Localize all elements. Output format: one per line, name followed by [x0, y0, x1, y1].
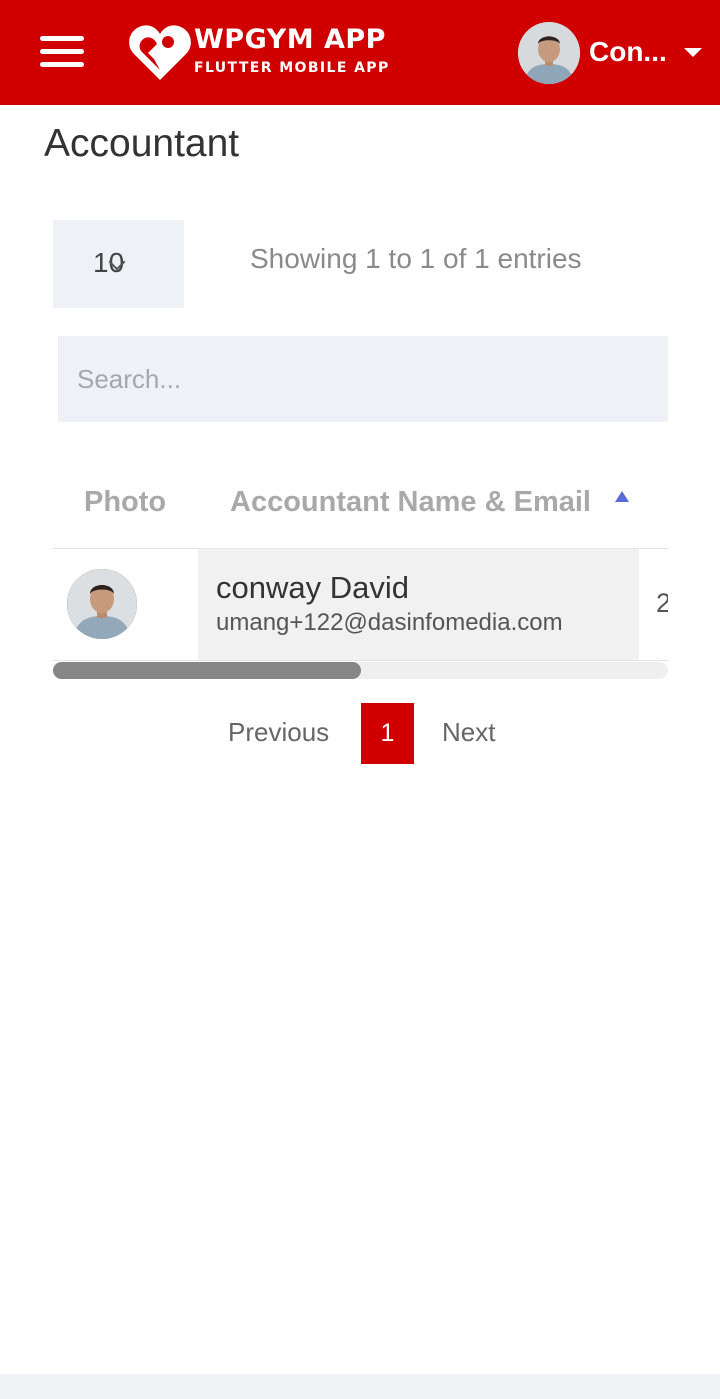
user-name-dropdown[interactable]: Con...	[589, 36, 667, 68]
table-info: Showing 1 to 1 of 1 entries	[250, 243, 582, 274]
column-header-photo[interactable]: Photo	[84, 486, 166, 519]
sort-ascending-icon[interactable]	[615, 491, 629, 502]
menu-icon[interactable]	[40, 36, 84, 68]
heart-logo-icon	[129, 25, 191, 80]
column-header-name-email[interactable]: Accountant Name & Email	[230, 486, 591, 519]
accountant-name: conway David	[216, 570, 409, 605]
person-photo-icon	[518, 22, 580, 84]
pagination-next[interactable]: Next	[442, 717, 495, 748]
brand-subtitle: FLUTTER MOBILE APP	[194, 60, 390, 76]
brand-title: WPGYM APP	[194, 24, 386, 55]
accountant-photo	[67, 569, 137, 639]
pagination-page-1[interactable]: 1	[361, 703, 414, 764]
scrollbar-thumb[interactable]	[53, 662, 361, 679]
brand-logo: WPGYM APP FLUTTER MOBILE APP	[128, 20, 398, 84]
caret-down-icon[interactable]	[684, 48, 702, 57]
user-avatar[interactable]	[518, 22, 580, 84]
page-title: Accountant	[44, 122, 240, 165]
pagination-previous[interactable]: Previous	[228, 717, 329, 748]
app-header: WPGYM APP FLUTTER MOBILE APP Con...	[0, 0, 720, 105]
bottom-bar	[0, 1374, 720, 1399]
next-column-cell: 2	[656, 588, 668, 618]
accountant-email: umang+122@dasinfomedia.com	[216, 609, 563, 636]
person-photo-icon	[67, 569, 137, 639]
row-divider	[53, 660, 668, 661]
search-input[interactable]	[58, 336, 668, 422]
